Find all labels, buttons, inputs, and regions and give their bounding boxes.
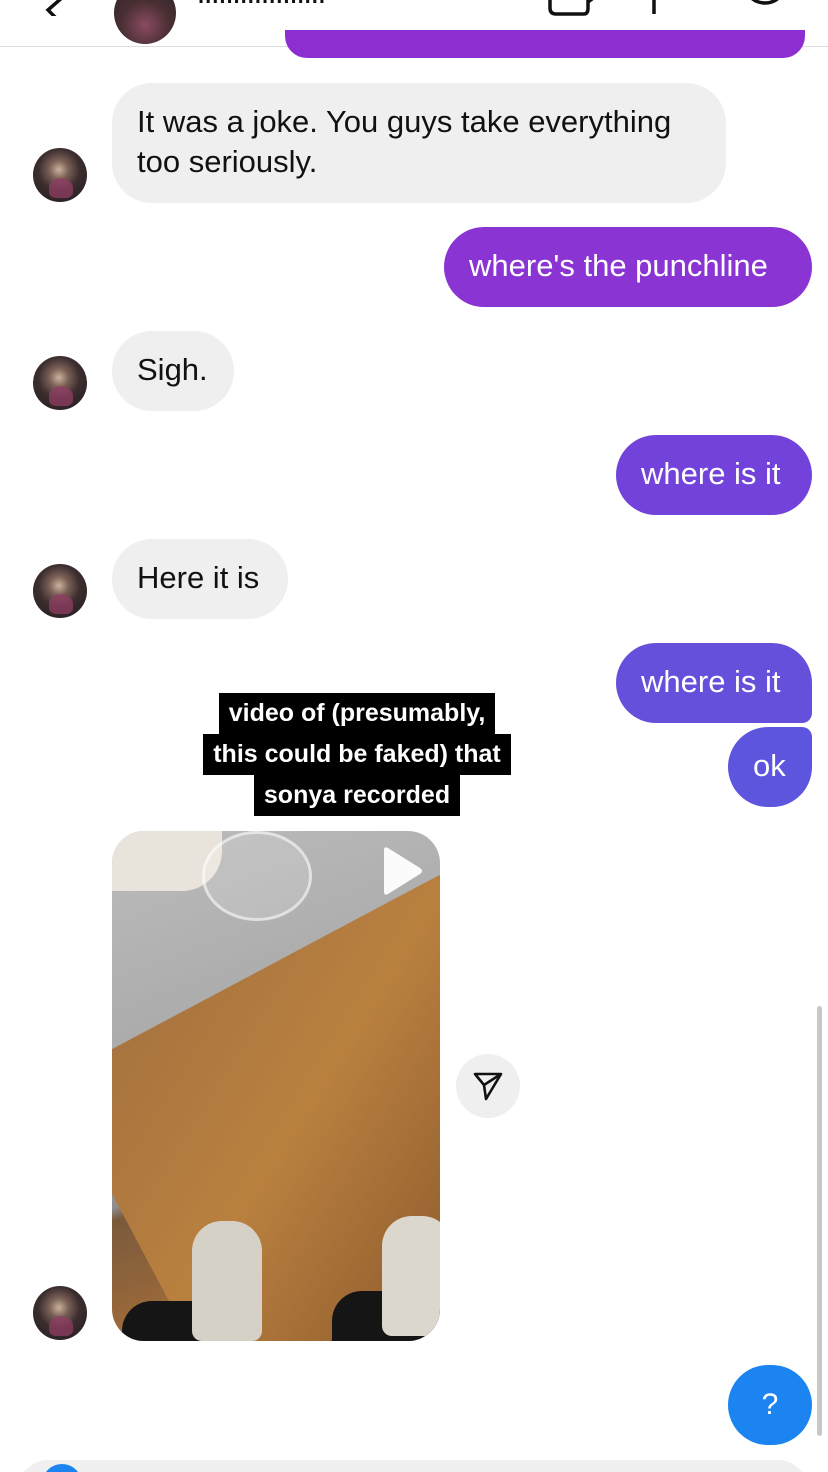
caption-line: sonya recorded (253, 775, 461, 816)
message-text-line: too seriously. (137, 144, 318, 179)
message-text: where's the punchline (469, 248, 768, 283)
message-text: Sigh. (137, 352, 208, 387)
sender-avatar[interactable] (33, 356, 87, 410)
video-call-icon[interactable] (548, 0, 598, 16)
info-icon[interactable] (740, 0, 790, 22)
message-text: where is it (641, 664, 781, 699)
chat-screen: llllllllllllllllll It was a joke. You gu… (0, 0, 828, 1472)
received-message-bubble[interactable]: Sigh. (112, 331, 234, 411)
sent-message-bubble[interactable]: where is it (616, 643, 812, 723)
sent-message-bubble[interactable]: where's the punchline (444, 227, 812, 307)
video-frame-glass (202, 831, 312, 921)
previous-sent-message-bubble[interactable] (285, 30, 805, 58)
contact-name[interactable]: llllllllllllllllll (198, 0, 358, 4)
video-frame-shoe (192, 1221, 262, 1341)
help-button[interactable]: ? (728, 1365, 812, 1445)
sent-message-bubble[interactable]: ok (728, 727, 812, 807)
share-button[interactable] (456, 1054, 520, 1118)
video-frame-shoe (382, 1216, 440, 1336)
message-text: where is it (641, 456, 781, 491)
message-composer[interactable] (18, 1460, 808, 1472)
message-text: Here it is (137, 560, 260, 595)
received-message-bubble[interactable]: Here it is (112, 539, 288, 619)
message-text-line: It was a joke. You guys take everything (137, 104, 672, 139)
scrollbar[interactable] (817, 1006, 822, 1436)
send-icon (473, 1072, 503, 1101)
received-message-bubble[interactable]: It was a joke. You guys take everything … (112, 83, 726, 203)
contact-avatar[interactable] (114, 0, 176, 44)
play-icon[interactable] (380, 846, 424, 896)
sender-avatar[interactable] (33, 1286, 87, 1340)
annotation-caption: video of (presumably, this could be fake… (150, 693, 564, 816)
back-arrow-icon[interactable] (40, 0, 76, 16)
video-message-thumbnail[interactable] (112, 831, 440, 1341)
phone-icon[interactable] (644, 0, 668, 16)
caption-line: video of (presumably, (218, 693, 496, 734)
sender-avatar[interactable] (33, 148, 87, 202)
camera-icon[interactable] (42, 1464, 82, 1472)
caption-line: this could be faked) that (203, 734, 511, 775)
sender-avatar[interactable] (33, 564, 87, 618)
message-text: ok (753, 748, 786, 783)
sent-message-bubble[interactable]: where is it (616, 435, 812, 515)
